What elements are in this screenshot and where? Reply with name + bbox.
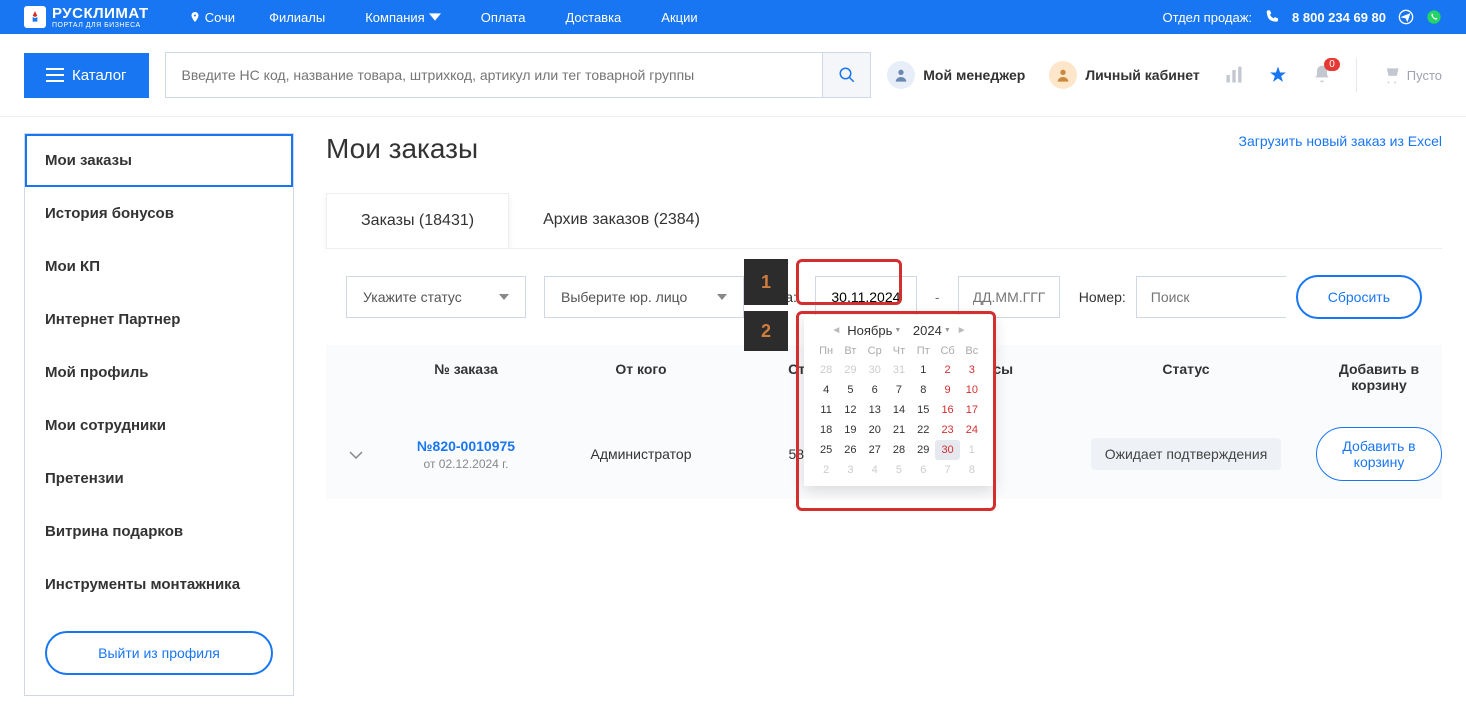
sidebar-item-orders[interactable]: Мои заказы (25, 134, 293, 187)
whatsapp-icon[interactable] (1426, 9, 1442, 25)
notifications[interactable]: 0 (1312, 64, 1332, 87)
phone-number[interactable]: 8 800 234 69 80 (1292, 10, 1386, 25)
page-title: Мои заказы (326, 133, 478, 165)
date-dash: - (935, 289, 940, 305)
manager-avatar-icon (887, 61, 915, 89)
telegram-icon[interactable] (1398, 9, 1414, 25)
catalog-button[interactable]: Каталог (24, 53, 149, 98)
sidebar: Мои заказы История бонусов Мои КП Интерн… (24, 133, 294, 696)
topnav-branches[interactable]: Филиалы (269, 10, 325, 25)
tabs: Заказы (18431) Архив заказов (2384) (326, 193, 1442, 248)
number-label: Номер: (1079, 289, 1126, 305)
favorites-icon[interactable] (1268, 65, 1288, 85)
topbar: РУСКЛИМАТ ПОРТАЛ ДЛЯ БИЗНЕСА Сочи Филиал… (0, 0, 1466, 34)
order-status: Ожидает подтверждения (1091, 438, 1282, 470)
cart[interactable]: Пусто (1381, 65, 1442, 85)
annotation-1: 1 (744, 259, 788, 305)
sidebar-item-partner[interactable]: Интернет Партнер (25, 293, 293, 346)
city-name: Сочи (205, 10, 235, 25)
sidebar-item-bonus[interactable]: История бонусов (25, 187, 293, 240)
filters: Укажите статус Выберите юр. лицо Дата: -… (326, 248, 1442, 345)
sidebar-item-tools[interactable]: Инструменты монтажника (25, 558, 293, 611)
phone-icon (1264, 9, 1280, 25)
th-from: От кого (546, 361, 736, 393)
divider (1356, 58, 1357, 92)
orders-panel: Заказы (18431) Архив заказов (2384) Укаж… (326, 193, 1442, 499)
layout: Мои заказы История бонусов Мои КП Интерн… (0, 117, 1466, 712)
my-manager-link[interactable]: Мой менеджер (887, 61, 1025, 89)
expand-row-icon[interactable] (326, 446, 386, 462)
stats-icon[interactable] (1224, 65, 1244, 85)
notif-badge: 0 (1324, 58, 1340, 71)
header-icons: Мой менеджер Личный кабинет 0 Пусто (887, 58, 1442, 92)
annotation-1-box (796, 259, 902, 305)
search-icon (838, 66, 856, 84)
menu-icon (46, 68, 64, 82)
city-selector[interactable]: Сочи (189, 10, 235, 25)
tab-archive[interactable]: Архив заказов (2384) (509, 193, 734, 248)
logo-subtitle: ПОРТАЛ ДЛЯ БИЗНЕСА (52, 22, 149, 29)
topnav-delivery[interactable]: Доставка (565, 10, 621, 25)
excel-upload-link[interactable]: Загрузить новый заказ из Excel (1239, 133, 1442, 149)
sidebar-item-claims[interactable]: Претензии (25, 452, 293, 505)
topnav-promo[interactable]: Акции (661, 10, 697, 25)
logo-icon (24, 6, 46, 28)
search-input[interactable] (166, 53, 823, 97)
tab-orders[interactable]: Заказы (18431) (326, 193, 509, 248)
cart-label: Пусто (1407, 68, 1442, 83)
logo-text: РУСКЛИМАТ (52, 5, 149, 22)
th-order-no: № заказа (386, 361, 546, 393)
search-wrap (165, 52, 872, 98)
topnav: Филиалы Компания Оплата Доставка Акции (269, 10, 1162, 25)
topbar-right: Отдел продаж: 8 800 234 69 80 (1162, 9, 1442, 25)
sidebar-item-staff[interactable]: Мои сотрудники (25, 399, 293, 452)
th-addcart: Добавить в корзину (1316, 361, 1442, 393)
logo[interactable]: РУСКЛИМАТ ПОРТАЛ ДЛЯ БИЗНЕСА (24, 5, 149, 29)
annotation-2: 2 (744, 311, 788, 351)
catalog-label: Каталог (72, 67, 127, 84)
account-link[interactable]: Личный кабинет (1049, 61, 1199, 89)
topnav-payment[interactable]: Оплата (481, 10, 526, 25)
reset-button[interactable]: Сбросить (1296, 275, 1422, 319)
order-date: от 02.12.2024 г. (386, 457, 546, 471)
th-status: Статус (1056, 361, 1316, 393)
topnav-company[interactable]: Компания (365, 10, 441, 25)
status-select[interactable]: Укажите статус (346, 276, 526, 318)
account-avatar-icon (1049, 61, 1077, 89)
header-row: Каталог Мой менеджер Личный кабинет 0 Пу… (0, 34, 1466, 117)
main: Мои заказы Загрузить новый заказ из Exce… (326, 133, 1442, 696)
order-number-link[interactable]: №820-0010975 (386, 438, 546, 454)
sidebar-item-gifts[interactable]: Витрина подарков (25, 505, 293, 558)
search-button[interactable] (822, 53, 870, 97)
order-from: Администратор (546, 446, 736, 462)
cart-icon (1381, 65, 1401, 85)
add-to-cart-button[interactable]: Добавить в корзину (1316, 427, 1442, 481)
chevron-down-icon (499, 292, 509, 302)
sales-label: Отдел продаж: (1162, 10, 1252, 25)
annotation-2-box (796, 311, 996, 511)
sidebar-item-profile[interactable]: Мой профиль (25, 346, 293, 399)
logout-button[interactable]: Выйти из профиля (45, 631, 273, 675)
sidebar-item-kp[interactable]: Мои КП (25, 240, 293, 293)
entity-select[interactable]: Выберите юр. лицо (544, 276, 744, 318)
chevron-down-icon (717, 292, 727, 302)
number-search (1136, 276, 1286, 318)
